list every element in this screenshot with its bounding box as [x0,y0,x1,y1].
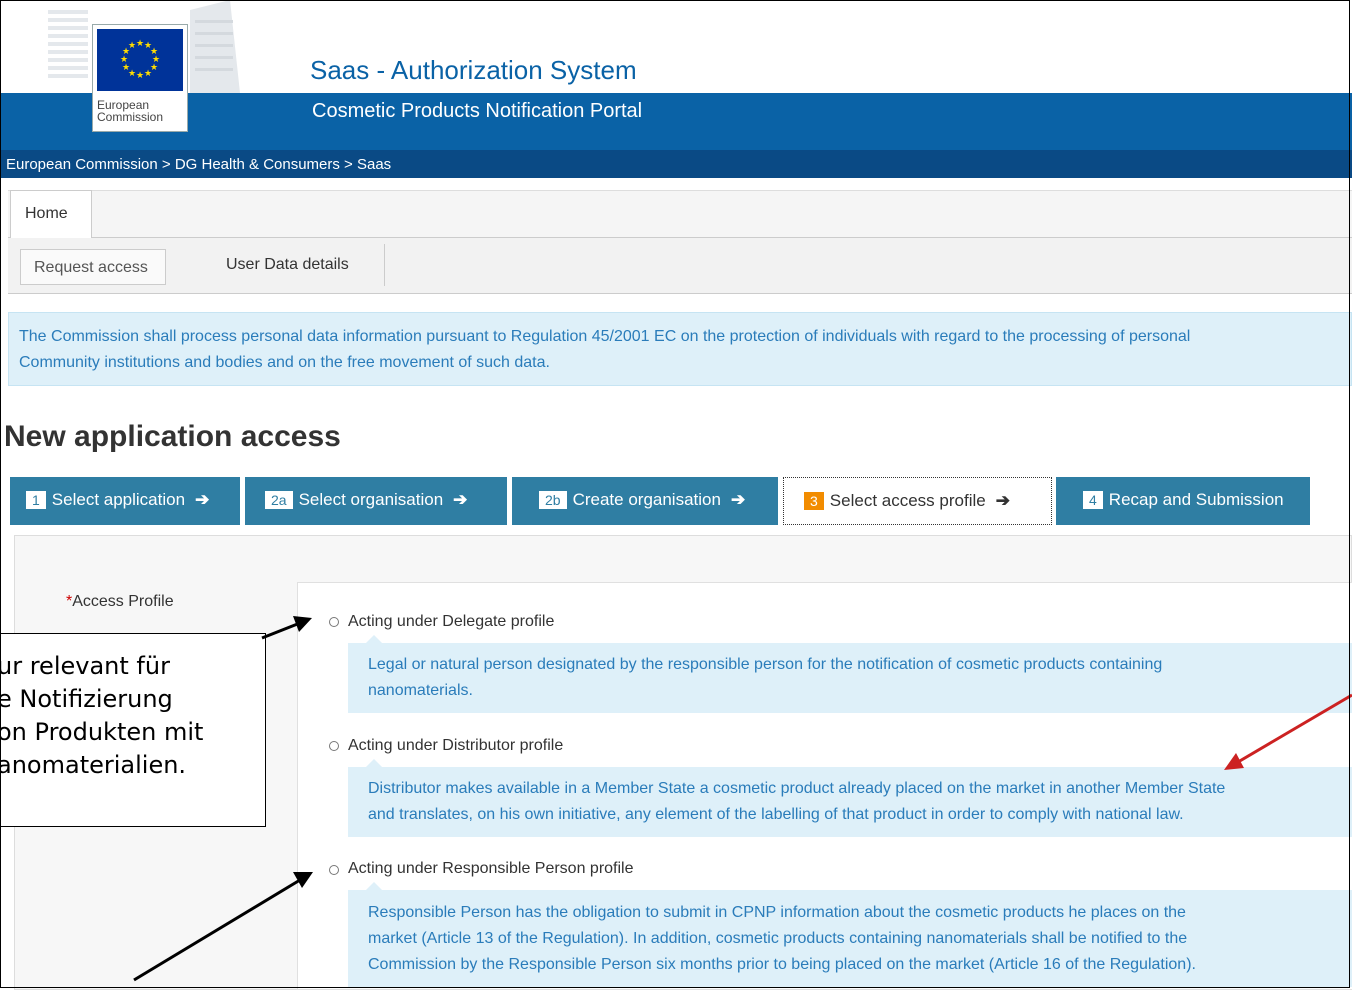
annotation-arrows [133,616,1352,982]
arrow-to-delegate [261,621,301,640]
red-arrow-to-distributor [1237,693,1352,764]
arrow-to-responsible-person [133,878,301,982]
arrowhead-icon [293,872,313,888]
